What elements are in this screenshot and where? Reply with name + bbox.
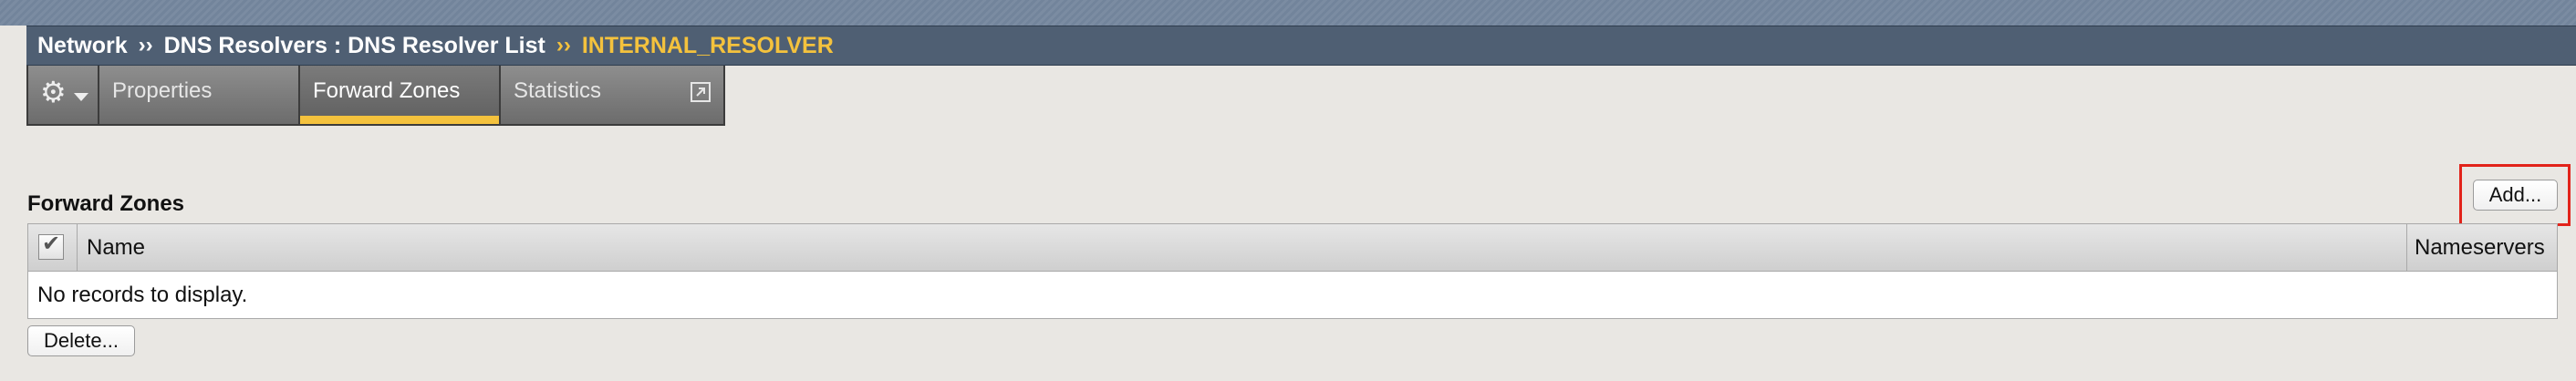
breadcrumb-separator: ›› xyxy=(556,33,571,57)
empty-message: No records to display. xyxy=(37,283,248,307)
add-button[interactable]: Add... xyxy=(2473,180,2558,211)
breadcrumb: Network ›› DNS Resolvers : DNS Resolver … xyxy=(26,26,2576,66)
select-all-checkbox[interactable]: ✔ xyxy=(38,232,64,260)
select-all-cell: ✔ xyxy=(28,224,78,271)
breadcrumb-separator: ›› xyxy=(138,33,153,57)
table-header: ✔ Name Nameservers xyxy=(28,224,2557,272)
top-banner-strip xyxy=(0,0,2576,26)
settings-menu-button[interactable]: ⚙ xyxy=(28,66,99,124)
forward-zones-table: ✔ Name Nameservers No records to display… xyxy=(27,223,2558,319)
checkmark-icon: ✔ xyxy=(42,232,61,256)
external-link-icon[interactable] xyxy=(691,82,711,102)
column-header-nameservers[interactable]: Nameservers xyxy=(2407,224,2557,271)
column-header-name[interactable]: Name xyxy=(78,224,2407,271)
tab-statistics[interactable]: Statistics xyxy=(501,66,723,124)
section-title: Forward Zones xyxy=(27,191,185,216)
chevron-down-icon xyxy=(74,93,88,101)
gear-icon: ⚙ xyxy=(40,76,67,108)
tab-properties[interactable]: Properties xyxy=(99,66,300,124)
tab-forward-zones[interactable]: Forward Zones xyxy=(300,66,501,124)
breadcrumb-item-current: INTERNAL_RESOLVER xyxy=(581,32,834,58)
tab-bar: ⚙ Properties Forward Zones Statistics xyxy=(26,66,725,126)
breadcrumb-item-network[interactable]: Network xyxy=(37,33,128,59)
breadcrumb-item-dns-resolver-list[interactable]: DNS Resolvers : DNS Resolver List xyxy=(164,33,545,59)
delete-button[interactable]: Delete... xyxy=(27,325,135,356)
tab-statistics-label: Statistics xyxy=(514,78,602,103)
